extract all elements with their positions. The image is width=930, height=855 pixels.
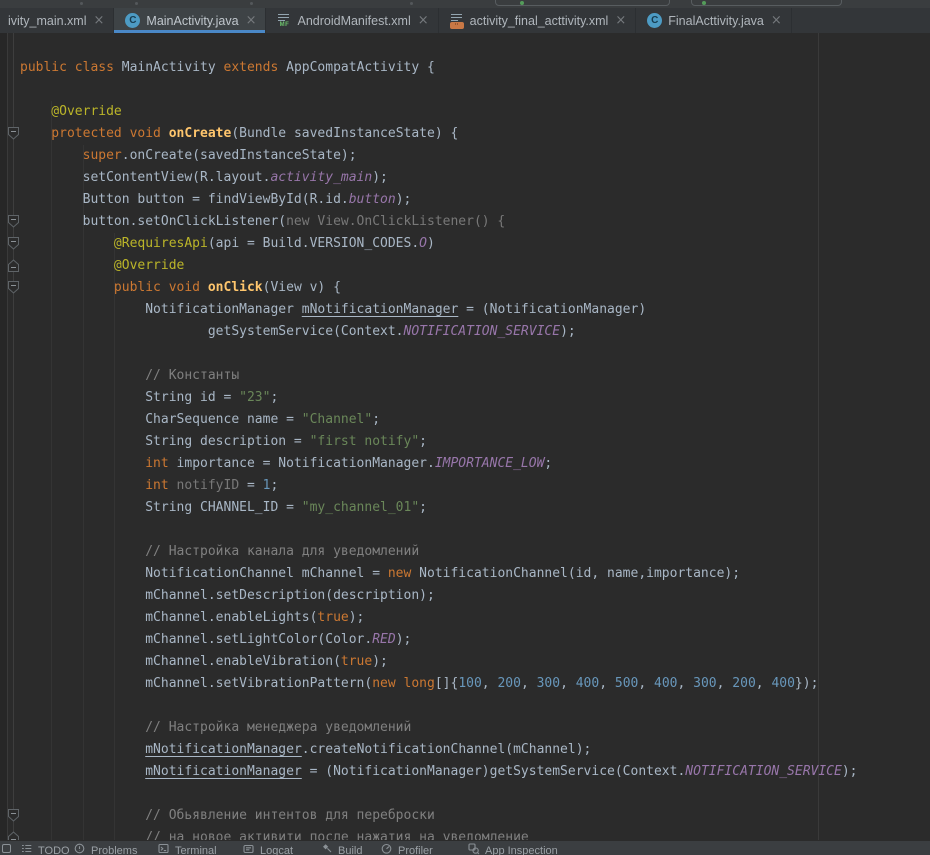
code-line[interactable]: int notifyID = 1; [20, 475, 278, 497]
run-icon[interactable] [520, 1, 524, 5]
code-line[interactable]: mChannel.enableLights(true); [20, 607, 364, 629]
editor-tab-MainActivity.java[interactable]: C MainActivity.java × [114, 8, 266, 33]
java-class-icon: C [125, 13, 140, 28]
layout-file-icon: ·· [450, 13, 464, 29]
fold-marker-up-icon[interactable] [8, 831, 19, 840]
right-margin-guide [818, 33, 819, 840]
tool-window-label: Terminal [175, 845, 217, 855]
tool-window-button-problems[interactable]: Problems [74, 843, 137, 855]
code-line[interactable]: @Override [20, 101, 122, 123]
toolbar-icon-dot [135, 2, 138, 5]
code-line[interactable]: NotificationChannel mChannel = new Notif… [20, 563, 740, 585]
toolbar-icon-dot [80, 2, 83, 5]
fold-marker-down-icon[interactable] [8, 809, 19, 822]
tool-window-label: App Inspection [485, 845, 558, 855]
fold-marker-down-icon[interactable] [8, 127, 19, 140]
code-line[interactable]: NotificationManager mNotificationManager… [20, 299, 646, 321]
tool-window-button-terminal[interactable]: Terminal [158, 843, 217, 855]
tool-window-button-app-inspection[interactable]: App Inspection [468, 843, 558, 855]
device-status-icon [702, 1, 706, 5]
tab-label: ivity_main.xml [8, 14, 87, 28]
code-line[interactable]: setContentView(R.layout.activity_main); [20, 167, 388, 189]
editor-tab-AndroidManifest.xml[interactable]: MF AndroidManifest.xml × [266, 8, 438, 33]
code-line[interactable]: CharSequence name = "Channel"; [20, 409, 380, 431]
editor-left-border [0, 33, 8, 840]
tool-window-button-build[interactable]: Build [321, 843, 362, 855]
code-line[interactable]: button.setOnClickListener(new View.OnCli… [20, 211, 505, 233]
code-line[interactable]: mChannel.enableVibration(true); [20, 651, 388, 673]
code-line[interactable]: String description = "first notify"; [20, 431, 427, 453]
tool-window-label: Build [338, 845, 362, 855]
gutter-fold-line [13, 33, 14, 840]
tab-label: FinalActtivity.java [668, 14, 764, 28]
code-line[interactable]: getSystemService(Context.NOTIFICATION_SE… [20, 321, 576, 343]
close-tab-icon[interactable]: × [94, 14, 105, 27]
toolbar-icon-dot [410, 2, 413, 5]
code-line[interactable]: // на новое активити после нажатия на ув… [20, 827, 529, 840]
tab-label: MainActivity.java [146, 14, 238, 28]
code-line[interactable]: mChannel.setDescription(description); [20, 585, 435, 607]
tool-window-label: Logcat [260, 845, 293, 855]
main-toolbar-strip [0, 0, 930, 8]
toolbar-icon-dot [250, 2, 253, 5]
code-line[interactable]: String CHANNEL_ID = "my_channel_01"; [20, 497, 427, 519]
code-line[interactable]: // Обьявление интентов для переброски [20, 805, 435, 827]
code-line[interactable]: // Константы [20, 365, 239, 387]
build-icon [321, 843, 333, 855]
code-line[interactable]: protected void onCreate(Bundle savedInst… [20, 123, 458, 145]
close-tab-icon[interactable]: × [418, 14, 429, 27]
code-line[interactable]: mChannel.setLightColor(Color.RED); [20, 629, 411, 651]
code-line[interactable]: int importance = NotificationManager.IMP… [20, 453, 552, 475]
close-tab-icon[interactable]: × [246, 14, 257, 27]
fold-marker-down-icon[interactable] [8, 215, 19, 228]
close-tab-icon[interactable]: × [615, 14, 626, 27]
code-line[interactable]: super.onCreate(savedInstanceState); [20, 145, 357, 167]
code-line[interactable]: @Override [20, 255, 184, 277]
terminal-icon [158, 843, 170, 855]
code-line[interactable]: mNotificationManager = (NotificationMana… [20, 761, 858, 783]
fold-marker-up-icon[interactable] [8, 259, 19, 272]
tool-window-label: Problems [91, 845, 137, 855]
code-line[interactable]: // Настройка менеджера уведомлений [20, 717, 411, 739]
close-tab-icon[interactable]: × [771, 14, 782, 27]
editor-tab-activity_final_acttivity.xml[interactable]: ·· activity_final_acttivity.xml × [439, 8, 637, 33]
problems-icon [74, 843, 86, 855]
code-line[interactable]: mChannel.setVibrationPattern(new long[]{… [20, 673, 818, 695]
tool-window-button-profiler[interactable]: Profiler [381, 843, 433, 855]
fold-marker-down-icon[interactable] [8, 237, 19, 250]
code-line[interactable]: @RequiresApi(api = Build.VERSION_CODES.O… [20, 233, 435, 255]
todo-icon [21, 843, 33, 855]
tool-window-button-logcat[interactable]: Logcat [243, 843, 293, 855]
tool-window-switcher-icon[interactable] [2, 844, 11, 853]
code-editor[interactable]: public class MainActivity extends AppCom… [0, 33, 930, 840]
tool-window-button-todo[interactable]: TODO [21, 843, 70, 855]
tab-bar: ivity_main.xml × C MainActivity.java × MF Andr… [0, 8, 930, 33]
tab-label: activity_final_acttivity.xml [470, 14, 609, 28]
code-line[interactable]: Button button = findViewById(R.id.button… [20, 189, 411, 211]
code-line[interactable]: public class MainActivity extends AppCom… [20, 57, 435, 79]
code-line[interactable]: mNotificationManager.createNotificationC… [20, 739, 591, 761]
code-line[interactable]: public void onClick(View v) { [20, 277, 341, 299]
manifest-file-icon: MF [277, 13, 291, 29]
editor-tab-FinalActtivity.java[interactable]: C FinalActtivity.java × [636, 8, 792, 33]
tool-window-label: TODO [38, 845, 70, 855]
tool-window-label: Profiler [398, 845, 433, 855]
app-inspection-icon [468, 843, 480, 855]
code-line[interactable]: // Настройка канала для уведомлений [20, 541, 419, 563]
device-selector-widget[interactable] [691, 0, 842, 6]
tab-label: AndroidManifest.xml [297, 14, 410, 28]
java-class-icon: C [647, 13, 662, 28]
logcat-icon [243, 843, 255, 855]
profiler-icon [381, 843, 393, 855]
fold-marker-down-icon[interactable] [8, 281, 19, 294]
code-line[interactable]: String id = "23"; [20, 387, 278, 409]
tool-window-bar: TODO Problems Terminal Logcat Build Profiler A… [0, 840, 930, 855]
editor-tab-ivity_main.xml[interactable]: ivity_main.xml × [0, 8, 114, 33]
